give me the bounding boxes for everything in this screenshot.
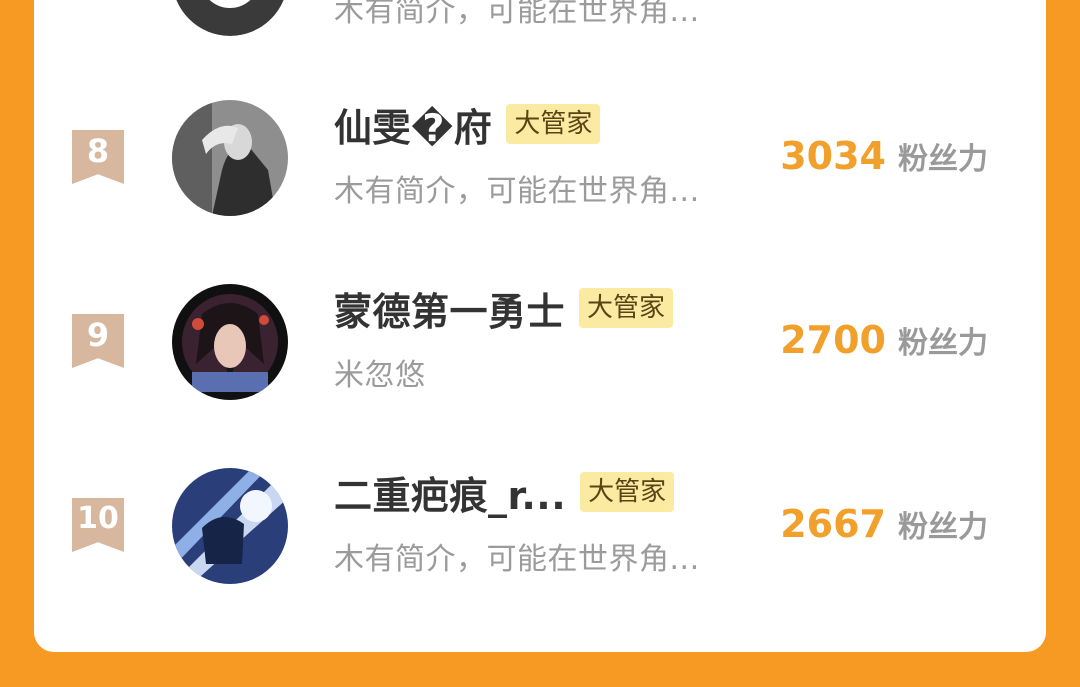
rank-ribbon: 10 [72,498,124,552]
fan-power: 2667 粉丝力 [780,502,988,546]
fan-power-unit: 粉丝力 [898,510,988,545]
bio-text: 木有简介，可能在世界角... [334,542,700,577]
role-badge: 大管家 [579,288,674,328]
avatar[interactable] [172,284,288,400]
name-line: 蒙德第一勇士 大管家 [334,284,674,334]
fan-power-unit: 粉丝力 [898,326,988,361]
role-badge: 大管家 [580,472,675,512]
role-badge: 大管家 [506,104,601,144]
fan-power-unit: 粉丝力 [898,142,988,177]
avatar[interactable] [172,468,288,584]
fan-power-value: 2700 [780,318,886,362]
fan-power-value: 3034 [780,134,886,178]
fan-power-value: 2667 [780,502,886,546]
fan-power: 3034 粉丝力 [780,134,988,178]
bio-text: 木有简介，可能在世界角... [334,0,700,29]
list-item[interactable]: 8 仙雯�府 大管家 木有简介，可能在世界角... 3034 粉丝力 [34,100,1046,220]
avatar[interactable] [172,0,288,36]
bio-text: 木有简介，可能在世界角... [334,174,700,209]
bio-text: 米忽悠 [334,358,426,393]
user-name[interactable]: 二重疤痕_r... [334,465,566,520]
rank-ribbon: 9 [72,314,124,368]
leaderboard-card: 木有简介，可能在世界角... 8 仙雯�府 大管家 木有简介，可能在世界角...… [34,0,1046,652]
user-name[interactable]: 蒙德第一勇士 [334,281,565,336]
name-line: 二重疤痕_r... 大管家 [334,468,675,518]
avatar[interactable] [172,100,288,216]
name-line: 仙雯�府 大管家 [334,100,601,150]
list-item[interactable]: 9 蒙德第一勇士 大管家 米忽悠 2700 粉丝力 [34,284,1046,404]
list-item[interactable]: 10 二重疤痕_r... 大管家 木有简介，可能在世界角... 2667 粉丝力 [34,468,1046,588]
user-name[interactable]: 仙雯�府 [334,97,492,152]
fan-power: 2700 粉丝力 [780,318,988,362]
rank-ribbon: 8 [72,130,124,184]
